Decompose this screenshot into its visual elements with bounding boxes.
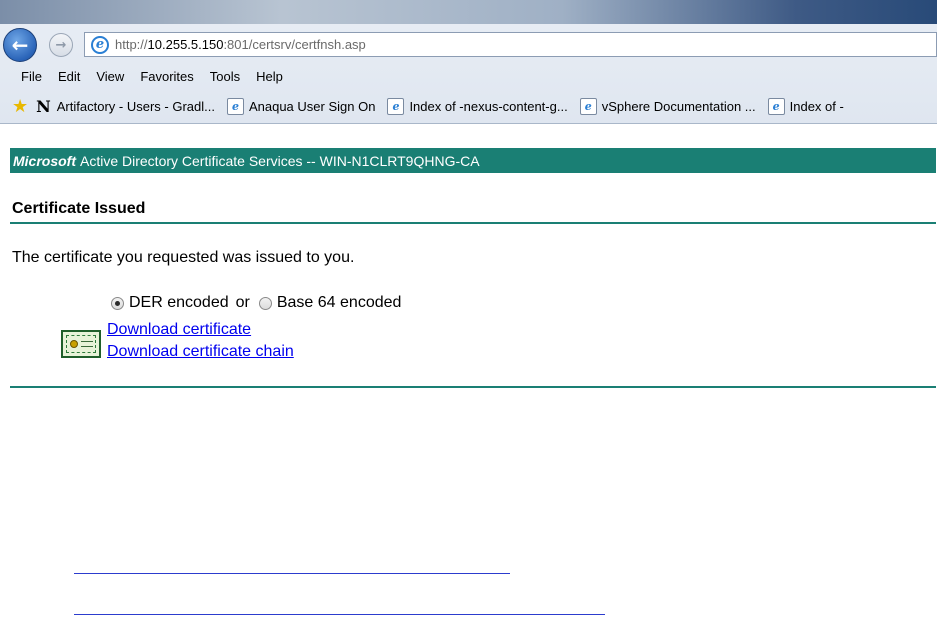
favorite-nexus[interactable]: e Index of -nexus-content-g... [387, 97, 568, 115]
favorite-label: vSphere Documentation ... [601, 98, 756, 114]
forward-arrow-icon: → [55, 37, 67, 53]
browser-chrome: ← → e http://10.255.5.150:801/certsrv/ce… [0, 0, 937, 124]
banner-text: Active Directory Certificate Services --… [80, 152, 480, 169]
base64-radio[interactable] [258, 296, 272, 310]
page-title: Certificate Issued [12, 200, 146, 217]
back-button[interactable]: ← [3, 28, 37, 62]
url-prefix: http:// [115, 37, 148, 52]
favorite-label: Anaqua User Sign On [248, 98, 376, 114]
favorite-anaqua[interactable]: e Anaqua User Sign On [226, 97, 376, 115]
favorite-label: Index of -nexus-content-g... [409, 98, 568, 114]
der-radio[interactable] [111, 296, 124, 310]
favorite-index[interactable]: e Index of - [767, 97, 844, 115]
ie-page-icon: e [579, 97, 597, 115]
url-path: :801/certsrv/certfnsh.asp [223, 37, 366, 52]
bottom-divider [10, 386, 936, 388]
certificate-lines [81, 341, 93, 347]
menu-tools[interactable]: Tools [210, 69, 240, 84]
or-label: or [235, 294, 250, 311]
encoding-options: DER encoded or Base 64 encoded [111, 294, 401, 312]
menu-file[interactable]: File [21, 69, 42, 84]
issued-message: The certificate you requested was issued… [12, 249, 355, 266]
forward-button[interactable]: → [49, 33, 73, 57]
navigation-bar: ← → e http://10.255.5.150:801/certsrv/ce… [0, 24, 937, 64]
address-bar[interactable]: e http://10.255.5.150:801/certsrv/certfn… [84, 32, 937, 57]
menu-view[interactable]: View [96, 69, 124, 84]
favorites-star-icon[interactable]: ★ [12, 96, 28, 117]
base64-label[interactable]: Base 64 encoded [277, 294, 402, 312]
certificate-icon-body [66, 335, 96, 353]
download-certificate-link[interactable]: Download certificate [107, 321, 251, 339]
url-host: 10.255.5.150 [147, 37, 224, 52]
certificate-seal [70, 340, 78, 348]
underline-rule [74, 614, 605, 615]
certificate-icon [61, 330, 101, 358]
back-arrow-icon: ← [11, 33, 29, 57]
ie-page-icon: e [767, 97, 785, 115]
underline-rule [74, 573, 510, 574]
favorite-label: Index of - [789, 98, 844, 114]
title-divider [10, 222, 936, 224]
menu-favorites[interactable]: Favorites [140, 69, 193, 84]
ie-page-icon: e [387, 97, 405, 115]
ie-page-icon: e [226, 97, 244, 115]
url-text[interactable]: http://10.255.5.150:801/certsrv/certfnsh… [115, 37, 366, 52]
internet-explorer-icon: e [91, 35, 109, 54]
menu-help[interactable]: Help [256, 69, 283, 84]
favorite-label: Artifactory - Users - Gradl... [56, 98, 215, 114]
service-banner: Microsoft Active Directory Certificate S… [10, 148, 936, 173]
favorite-vsphere[interactable]: e vSphere Documentation ... [579, 97, 756, 115]
n-site-icon: N [36, 96, 51, 116]
window-title-bar [0, 0, 937, 24]
der-label[interactable]: DER encoded [129, 294, 229, 312]
page-content: Microsoft Active Directory Certificate S… [0, 124, 937, 394]
download-certificate-chain-link[interactable]: Download certificate chain [107, 343, 294, 361]
banner-brand: Microsoft [13, 152, 76, 169]
menu-bar: File Edit View Favorites Tools Help [0, 64, 937, 88]
menu-edit[interactable]: Edit [58, 69, 80, 84]
favorite-artifactory[interactable]: N Artifactory - Users - Gradl... [36, 97, 215, 116]
radio-selected-dot [115, 300, 120, 306]
favorites-bar: ★ N Artifactory - Users - Gradl... e Ana… [0, 91, 937, 121]
